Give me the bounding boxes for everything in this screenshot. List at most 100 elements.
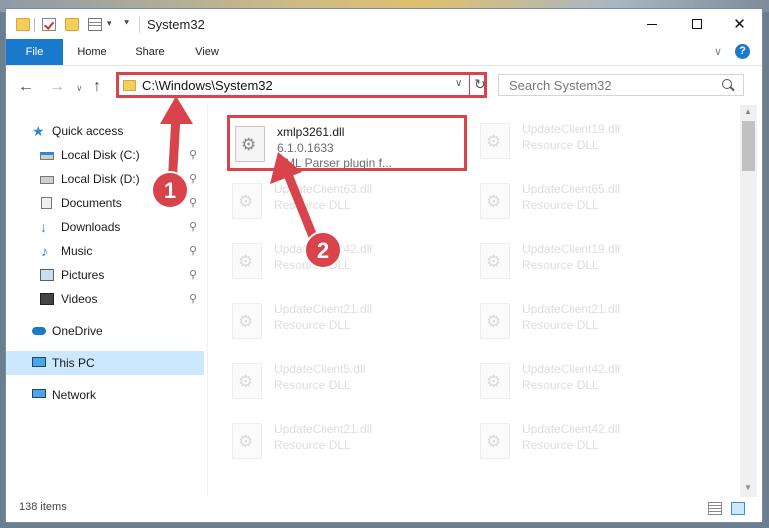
properties-check-icon[interactable] (42, 18, 56, 31)
sidebar-item-label: OneDrive (52, 324, 103, 338)
pin-icon[interactable]: ⚲ (189, 215, 197, 239)
file-tile[interactable]: UpdateClient21.dll Resource DLL (227, 415, 467, 471)
file-name: UpdateClient19.dll (522, 122, 621, 136)
tab-home[interactable]: Home (66, 39, 118, 65)
dll-file-icon (235, 126, 265, 162)
scroll-up-icon[interactable]: ▲ (744, 107, 752, 116)
details-view-icon[interactable] (708, 502, 722, 515)
up-arrow-icon[interactable]: ↑ (93, 78, 101, 96)
dll-file-icon (480, 243, 510, 279)
network-icon (32, 389, 46, 398)
sidebar-item-downloads[interactable]: ↓ Downloads ⚲ (6, 215, 204, 239)
pin-icon[interactable]: ⚲ (189, 143, 197, 167)
file-name: UpdateClient21.dll (274, 302, 373, 316)
file-tile[interactable]: UpdateClient19.dll Resource DLL (475, 235, 715, 291)
sidebar-item-onedrive[interactable]: OneDrive (6, 319, 204, 343)
file-name: UpdateClient42.dll (522, 422, 621, 436)
file-tile-xmlp3261[interactable]: xmlp3261.dll 6.1.0.1633 XML Parser plugi… (227, 115, 467, 171)
file-tile[interactable]: UpdateClient65.dll Resource DLL (475, 175, 715, 231)
tab-file[interactable]: File (6, 39, 63, 65)
file-tile[interactable]: UpdateClient42.dll Resource DLL (475, 355, 715, 411)
sidebar-item-quick-access[interactable]: ★ Quick access (6, 119, 204, 143)
sidebar-item-label: This PC (52, 356, 95, 370)
dll-file-icon (480, 423, 510, 459)
pin-icon[interactable]: ⚲ (189, 263, 197, 287)
address-dropdown-icon[interactable]: ∨ (455, 78, 462, 89)
documents-icon (41, 197, 52, 209)
sidebar-item-local-disk-c[interactable]: Local Disk (C:) ⚲ (6, 143, 204, 167)
pin-icon[interactable]: ⚲ (189, 191, 197, 215)
pin-icon[interactable]: ⚲ (189, 239, 197, 263)
tab-share[interactable]: Share (124, 39, 176, 65)
file-description: XML Parser plugin f... (277, 156, 392, 170)
vertical-scrollbar[interactable]: ▲ ▼ (740, 105, 757, 497)
back-arrow-icon[interactable]: ← (18, 78, 34, 96)
sidebar-item-pictures[interactable]: Pictures ⚲ (6, 263, 204, 287)
file-type: Resource DLL (274, 198, 351, 212)
forward-arrow-icon[interactable]: → (49, 78, 65, 96)
quick-access-icon: ★ (32, 123, 45, 139)
sidebar-item-network[interactable]: Network (6, 383, 204, 407)
minimize-button[interactable] (629, 9, 674, 39)
sidebar-item-label: Music (61, 244, 93, 258)
dll-file-icon (232, 363, 262, 399)
sidebar-item-this-pc[interactable]: This PC (6, 351, 204, 375)
view-options-icon[interactable] (88, 18, 102, 31)
search-input[interactable]: Search System32 (498, 74, 744, 96)
recent-locations-icon[interactable]: ∨ (76, 83, 83, 94)
file-type: Resource DLL (274, 378, 351, 392)
customize-toolbar-icon[interactable]: ⯆ (123, 18, 130, 29)
status-bar: 138 items (6, 497, 762, 522)
address-folder-icon (123, 80, 136, 91)
videos-icon (40, 293, 54, 305)
sidebar-item-documents[interactable]: Documents ⚲ (6, 191, 204, 215)
refresh-icon[interactable]: ↻ (474, 76, 486, 93)
scroll-down-icon[interactable]: ▼ (744, 483, 752, 492)
new-folder-icon[interactable] (65, 18, 79, 31)
minimize-icon (646, 23, 657, 25)
pane-splitter[interactable] (207, 105, 208, 497)
folder-icon (16, 18, 30, 31)
pin-icon[interactable]: ⚲ (189, 287, 197, 311)
sidebar-item-local-disk-d[interactable]: Local Disk (D:) ⚲ (6, 167, 204, 191)
navigation-pane: ★ Quick access Local Disk (C:) ⚲ Local D… (6, 105, 204, 497)
file-type: Resource DLL (274, 318, 351, 332)
close-icon: ✕ (733, 16, 746, 33)
expand-ribbon-icon[interactable]: ∨ (714, 45, 722, 58)
this-pc-icon (32, 357, 46, 367)
sidebar-item-label: Local Disk (C:) (61, 148, 140, 162)
sidebar-item-videos[interactable]: Videos ⚲ (6, 287, 204, 311)
maximize-button[interactable] (674, 9, 719, 39)
chevron-down-icon[interactable]: ▾ (107, 18, 112, 29)
search-icon[interactable] (722, 79, 732, 89)
file-list: xmlp3261.dll 6.1.0.1633 XML Parser plugi… (209, 105, 739, 497)
dll-file-icon (232, 423, 262, 459)
tab-view[interactable]: View (181, 39, 233, 65)
sidebar-item-label: Local Disk (D:) (61, 172, 140, 186)
scroll-thumb[interactable] (742, 121, 755, 171)
dll-file-icon (232, 183, 262, 219)
file-explorer-window: ▾ ⯆ System32 ✕ File Home Share View ∨ ? … (5, 8, 763, 523)
help-icon[interactable]: ? (735, 44, 750, 59)
file-tile[interactable]: UpdateClient42.dll Resource DLL (227, 235, 467, 291)
address-separator (469, 75, 470, 95)
file-tile[interactable]: UpdateClient21.dll Resource DLL (227, 295, 467, 351)
tiles-view-icon[interactable] (731, 502, 745, 515)
file-tile[interactable]: UpdateClient5.dll Resource DLL (227, 355, 467, 411)
pin-icon[interactable]: ⚲ (189, 167, 197, 191)
file-tile[interactable]: UpdateClient19.dll Resource DLL (475, 115, 715, 171)
title-bar: ▾ ⯆ System32 ✕ (6, 9, 762, 39)
dll-file-icon (480, 363, 510, 399)
file-tile[interactable]: UpdateClient42.dll Resource DLL (475, 415, 715, 471)
close-button[interactable]: ✕ (717, 9, 762, 39)
file-tile[interactable]: UpdateClient21.dll Resource DLL (475, 295, 715, 351)
sidebar-item-music[interactable]: ♪ Music ⚲ (6, 239, 204, 263)
file-name: xmlp3261.dll (277, 125, 345, 139)
file-tile[interactable]: UpdateClient63.dll Resource DLL (227, 175, 467, 231)
item-count: 138 items (19, 501, 67, 513)
address-path[interactable]: C:\Windows\System32 (142, 78, 273, 93)
file-type: Resource DLL (274, 258, 351, 272)
address-bar[interactable]: C:\Windows\System32 ∨ ↻ (116, 72, 487, 98)
file-version: 6.1.0.1633 (277, 141, 334, 155)
file-name: UpdateClient42.dll (522, 362, 621, 376)
